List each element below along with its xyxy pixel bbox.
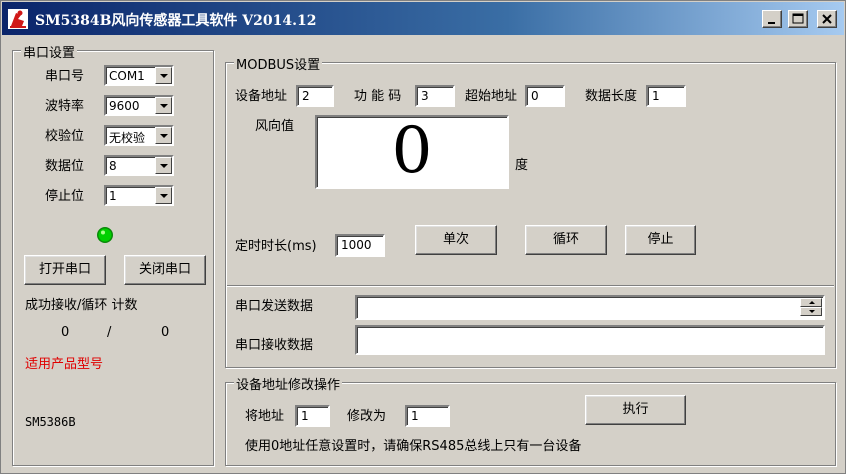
direction-label: 风向值: [255, 119, 295, 134]
from-addr-label: 将地址: [245, 409, 285, 424]
baud-select[interactable]: 9600: [104, 95, 174, 116]
databits-label: 数据位: [45, 159, 85, 174]
port-select-value: COM1: [109, 69, 145, 83]
stopbits-dropdown-button[interactable]: [155, 187, 172, 204]
open-port-button[interactable]: 打开串口: [24, 255, 106, 285]
loop-count: 0: [161, 325, 170, 340]
maximize-button[interactable]: [788, 10, 808, 28]
chevron-up-icon: [809, 301, 815, 304]
timer-label: 定时时长(ms): [235, 239, 317, 254]
app-window: SM5384B风向传感器工具软件 V2014.12 串口设置 串口号 COM1 …: [0, 0, 846, 474]
counter-separator: /: [107, 325, 112, 340]
databits-select-value: 8: [109, 159, 117, 173]
close-icon: [822, 14, 832, 24]
chevron-down-icon: [809, 310, 815, 313]
close-port-button[interactable]: 关闭串口: [124, 255, 206, 285]
stop-button[interactable]: 停止: [625, 225, 696, 255]
send-data-field[interactable]: [355, 295, 825, 320]
to-addr-input[interactable]: 1: [405, 405, 450, 427]
connection-status-led-icon: [97, 227, 113, 243]
parity-select-value: 无校验: [109, 131, 146, 145]
send-data-label: 串口发送数据: [235, 299, 314, 314]
chevron-down-icon: [160, 134, 168, 138]
data-length-label: 数据长度: [585, 89, 638, 104]
execute-button[interactable]: 执行: [585, 395, 686, 425]
chevron-down-icon: [160, 164, 168, 168]
scroll-down-button[interactable]: [800, 307, 822, 316]
degree-unit-label: 度: [515, 158, 529, 173]
stopbits-label: 停止位: [45, 189, 85, 204]
address-change-title: 设备地址修改操作: [234, 374, 343, 393]
receive-data-label: 串口接收数据: [235, 338, 314, 353]
device-addr-label: 设备地址: [235, 89, 288, 104]
success-count: 0: [61, 325, 70, 340]
baud-label: 波特率: [45, 99, 85, 114]
device-addr-input[interactable]: 2: [296, 85, 334, 107]
to-addr-label: 修改为: [347, 409, 387, 424]
function-code-input[interactable]: 3: [415, 85, 455, 107]
data-length-input[interactable]: 1: [646, 85, 686, 107]
port-select[interactable]: COM1: [104, 65, 174, 86]
modbus-settings-group: MODBUS设置: [225, 54, 836, 368]
minimize-icon: [768, 22, 775, 24]
chevron-down-icon: [160, 74, 168, 78]
products-label: 适用产品型号: [25, 357, 104, 372]
port-dropdown-button[interactable]: [155, 67, 172, 84]
maximize-icon: [792, 13, 804, 24]
baud-dropdown-button[interactable]: [155, 97, 172, 114]
serial-settings-title: 串口设置: [21, 42, 78, 61]
single-read-button[interactable]: 单次: [415, 225, 497, 255]
wind-direction-display: 0: [315, 115, 509, 189]
stopbits-select[interactable]: 1: [104, 185, 174, 206]
chevron-down-icon: [160, 194, 168, 198]
product-model: SM5386B: [25, 415, 76, 429]
start-addr-input[interactable]: 0: [525, 85, 565, 107]
start-addr-label: 超始地址: [465, 89, 518, 104]
scroll-up-button[interactable]: [800, 298, 822, 307]
counter-label: 成功接收/循环 计数: [25, 298, 138, 313]
timer-input[interactable]: 1000: [335, 234, 385, 257]
window-title: SM5384B风向传感器工具软件 V2014.12: [35, 13, 317, 29]
modbus-settings-title: MODBUS设置: [234, 54, 323, 73]
modbus-divider: [227, 285, 834, 287]
address-change-note: 使用0地址任意设置时，请确保RS485总线上只有一台设备: [245, 439, 582, 454]
from-addr-input[interactable]: 1: [295, 405, 330, 427]
databits-dropdown-button[interactable]: [155, 157, 172, 174]
parity-dropdown-button[interactable]: [155, 127, 172, 144]
receive-data-field[interactable]: [355, 325, 825, 355]
baud-select-value: 9600: [109, 99, 140, 113]
chevron-down-icon: [160, 104, 168, 108]
parity-label: 校验位: [45, 129, 85, 144]
stopbits-select-value: 1: [109, 189, 117, 203]
databits-select[interactable]: 8: [104, 155, 174, 176]
function-code-label: 功 能 码: [354, 89, 402, 104]
loop-read-button[interactable]: 循环: [525, 225, 607, 255]
title-bar[interactable]: SM5384B风向传感器工具软件 V2014.12: [2, 2, 844, 35]
parity-select[interactable]: 无校验: [104, 125, 174, 146]
port-label: 串口号: [45, 69, 85, 84]
close-window-button[interactable]: [817, 10, 837, 28]
minimize-button[interactable]: [762, 10, 782, 28]
app-logo-icon: [8, 9, 28, 29]
